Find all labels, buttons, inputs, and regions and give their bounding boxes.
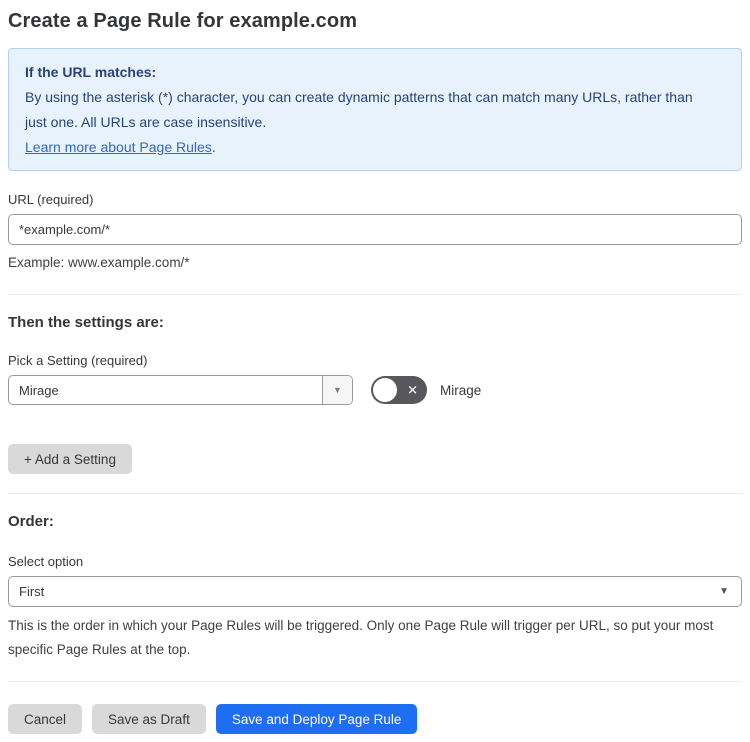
divider <box>8 493 742 494</box>
toggle-knob <box>373 378 397 402</box>
order-select-value: First <box>19 584 45 599</box>
pick-setting-label: Pick a Setting (required) <box>8 353 148 368</box>
order-section-heading: Order: <box>8 513 54 530</box>
url-match-info-box: If the URL matches: By using the asteris… <box>8 48 742 171</box>
info-box-heading: If the URL matches: <box>25 64 157 80</box>
link-period: . <box>211 139 216 155</box>
add-setting-button[interactable]: + Add a Setting <box>8 444 132 474</box>
mirage-toggle[interactable]: ✕ <box>371 376 427 404</box>
save-draft-button[interactable]: Save as Draft <box>92 704 206 734</box>
setting-select[interactable]: Mirage ▼ <box>8 375 353 405</box>
setting-select-value: Mirage <box>19 382 59 398</box>
divider <box>8 294 742 295</box>
page-title: Create a Page Rule for example.com <box>8 10 358 32</box>
settings-section-heading: Then the settings are: <box>8 314 164 331</box>
info-box-link-line: Learn more about Page Rules. <box>25 135 725 160</box>
learn-more-link[interactable]: Learn more about Page Rules <box>25 139 212 155</box>
order-select[interactable]: First ▼ <box>8 576 742 607</box>
chevron-down-icon: ▼ <box>719 586 729 597</box>
url-label: URL (required) <box>8 192 94 207</box>
save-deploy-button[interactable]: Save and Deploy Page Rule <box>215 704 418 734</box>
select-option-label: Select option <box>8 554 84 569</box>
footer-button-row: Cancel Save as Draft Save and Deploy Pag… <box>8 704 742 734</box>
cancel-button[interactable]: Cancel <box>8 704 83 734</box>
x-icon: ✕ <box>407 382 418 398</box>
create-page-rule-form: Create a Page Rule for example.com If th… <box>0 0 750 742</box>
url-input[interactable] <box>8 214 742 245</box>
chevron-down-icon[interactable]: ▼ <box>322 376 352 404</box>
info-box-body: By using the asterisk (*) character, you… <box>25 89 693 130</box>
divider <box>8 681 742 682</box>
toggle-label: Mirage <box>440 382 482 398</box>
setting-row: Mirage ▼ ✕ Mirage <box>8 375 742 405</box>
order-helper-text: This is the order in which your Page Rul… <box>8 618 714 657</box>
url-helper-text: Example: www.example.com/* <box>8 255 190 270</box>
